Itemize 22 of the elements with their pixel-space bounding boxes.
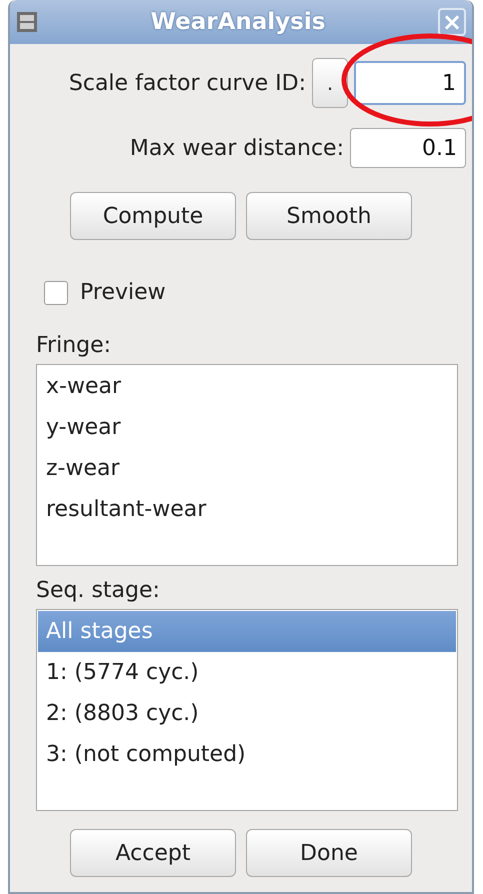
- checkbox[interactable]: [44, 280, 68, 304]
- list-label: Fringe:: [36, 333, 112, 358]
- list-item[interactable]: 1: (5774 cyc.): [38, 652, 456, 693]
- input-field[interactable]: 1: [354, 61, 466, 105]
- action-button[interactable]: Smooth: [246, 192, 412, 240]
- dialog-button[interactable]: Accept: [70, 829, 236, 877]
- list-label: Seq. stage:: [36, 578, 161, 603]
- window-title: WearAnalysis: [150, 9, 326, 35]
- list-item[interactable]: resultant-wear: [38, 489, 456, 530]
- input-field[interactable]: 0.1: [350, 128, 466, 168]
- field-label: Scale factor curve ID:: [68, 70, 306, 96]
- list-item[interactable]: x-wear: [38, 366, 456, 407]
- pick-button[interactable]: .: [312, 58, 348, 108]
- list-item[interactable]: z-wear: [38, 448, 456, 489]
- app-icon: [16, 11, 38, 33]
- checkbox-label: Preview: [80, 280, 166, 305]
- list-item[interactable]: y-wear: [38, 407, 456, 448]
- field-label: Max wear distance:: [130, 136, 344, 160]
- list-item[interactable]: 2: (8803 cyc.): [38, 693, 456, 734]
- dialog-button[interactable]: Done: [246, 829, 412, 877]
- list-item[interactable]: 3: (not computed): [38, 734, 456, 775]
- action-button[interactable]: Compute: [70, 192, 236, 240]
